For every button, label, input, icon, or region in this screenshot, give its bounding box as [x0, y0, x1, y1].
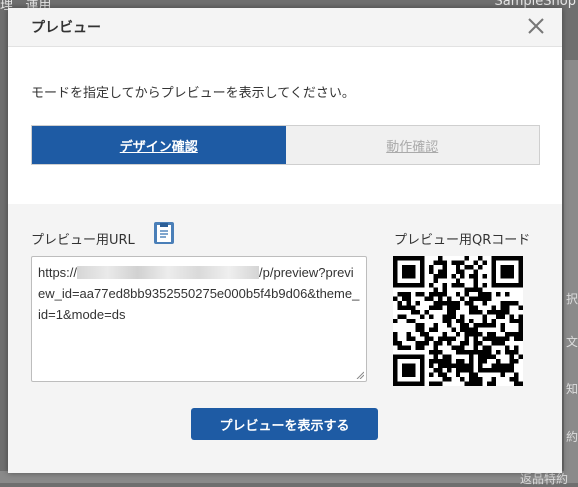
- preview-section: プレビュー用URL https:///p/preview?preview_id=…: [8, 204, 562, 473]
- background-side-text: 知: [565, 382, 578, 396]
- copy-url-button[interactable]: [152, 221, 176, 245]
- resize-grip-icon[interactable]: [356, 371, 364, 379]
- background-side-panel: [564, 60, 578, 483]
- mode-toggle: デザイン確認 動作確認: [31, 125, 540, 165]
- mode-section: モードを指定してからプレビューを表示してください。 デザイン確認 動作確認: [8, 47, 562, 204]
- background-side-text: 約: [565, 430, 578, 444]
- background-side-text: 文: [565, 335, 578, 349]
- preview-modal: プレビュー モードを指定してからプレビューを表示してください。 デザイン確認 動…: [8, 8, 562, 473]
- qr-label: プレビュー用QRコード: [394, 233, 531, 248]
- close-button[interactable]: [524, 14, 548, 38]
- show-preview-button[interactable]: プレビューを表示する: [191, 408, 378, 440]
- modal-header: プレビュー: [8, 8, 562, 47]
- qr-code-icon: [393, 256, 523, 386]
- mode-behavior-check[interactable]: 動作確認: [285, 126, 539, 164]
- url-label: プレビュー用URL: [31, 233, 135, 248]
- close-icon: [528, 18, 544, 34]
- mode-design-check[interactable]: デザイン確認: [32, 126, 286, 164]
- url-prefix: https://: [38, 265, 78, 280]
- background-side-text: 択: [565, 292, 578, 306]
- preview-url-textarea[interactable]: https:///p/preview?preview_id=aa77ed8bb9…: [31, 256, 367, 382]
- redacted-domain: [77, 266, 260, 279]
- clipboard-icon: [154, 222, 174, 244]
- qr-code: [393, 256, 523, 386]
- modal-title: プレビュー: [31, 20, 101, 36]
- instruction-text: モードを指定してからプレビューを表示してください。: [31, 86, 355, 101]
